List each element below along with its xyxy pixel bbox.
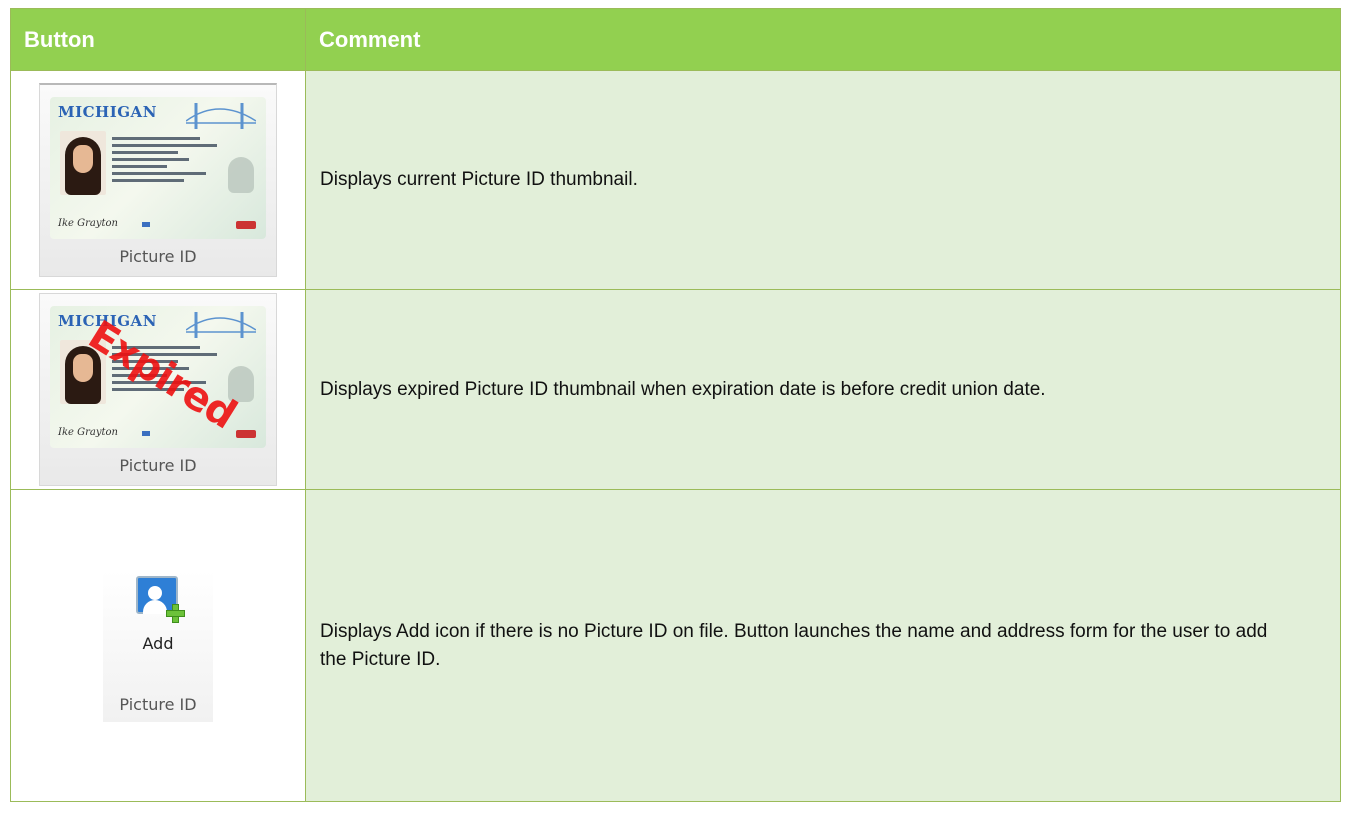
flag-icon — [236, 430, 256, 438]
table-row: Add Picture ID Displays Add icon if ther… — [10, 489, 1341, 802]
picture-id-label: Picture ID — [119, 247, 197, 266]
add-label: Add — [142, 633, 174, 653]
table-header-row: Button Comment — [10, 8, 1341, 71]
comment-cell: Displays current Picture ID thumbnail. — [305, 70, 1341, 290]
bridge-icon — [186, 103, 256, 129]
header-button: Button — [10, 8, 306, 71]
picture-id-button[interactable]: MICHIGAN Ike Grayton Picture ID — [39, 83, 277, 277]
picture-id-label: Picture ID — [119, 694, 197, 714]
header-comment: Comment — [305, 8, 1341, 71]
license-state-text: MICHIGAN — [58, 103, 157, 121]
plus-icon — [166, 603, 185, 623]
bridge-icon — [186, 312, 256, 338]
signature: Ike Grayton — [58, 427, 118, 438]
flag-icon — [236, 221, 256, 229]
license-text-lines — [112, 133, 222, 186]
table-row: MICHIGAN — [10, 289, 1341, 490]
comment-cell: Displays Add icon if there is no Picture… — [305, 489, 1341, 802]
button-cell: MICHIGAN — [10, 289, 306, 490]
license-thumbnail: MICHIGAN — [50, 97, 266, 239]
add-picture-id-button[interactable]: Add Picture ID — [103, 569, 213, 722]
expired-picture-id-button[interactable]: MICHIGAN Ike Grayton Expired Picture ID — [39, 293, 277, 486]
picture-id-label: Picture ID — [119, 456, 197, 475]
button-comment-table: Button Comment MICHIGAN Ike Grayton Pict… — [10, 8, 1341, 802]
button-cell: MICHIGAN — [10, 70, 306, 290]
button-cell: Add Picture ID — [10, 489, 306, 802]
license-thumbnail: MICHIGAN — [50, 306, 266, 448]
ghost-portrait — [228, 157, 254, 193]
signature: Ike Grayton — [58, 218, 118, 229]
table-row: MICHIGAN — [10, 70, 1341, 290]
portrait-photo — [60, 131, 106, 195]
add-picture-icon — [136, 575, 185, 623]
comment-cell: Displays expired Picture ID thumbnail wh… — [305, 289, 1341, 490]
